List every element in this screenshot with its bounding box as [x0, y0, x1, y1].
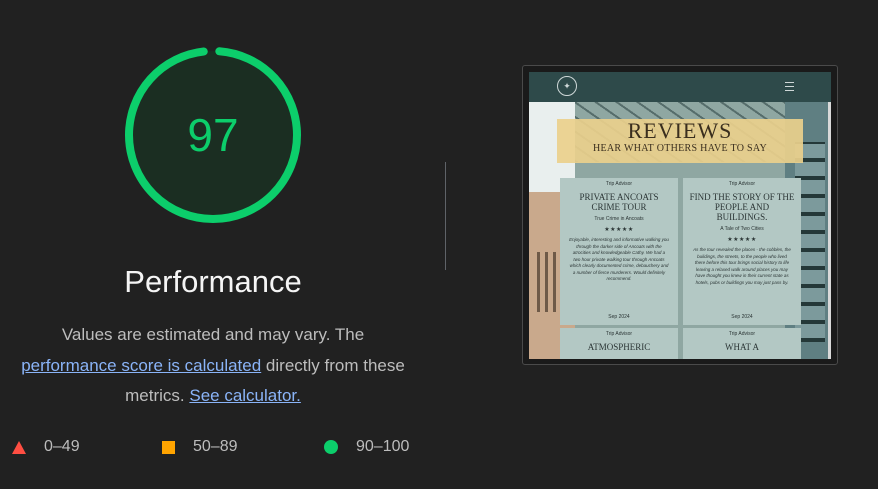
- triangle-icon: [12, 440, 26, 454]
- final-screenshot-thumbnail[interactable]: ✦ REVIEWS HEAR WHAT OTHERS HAVE TO SAY T…: [522, 65, 838, 365]
- review-date: Sep 2024: [608, 314, 630, 320]
- legend-item-average: 50–89: [162, 438, 238, 456]
- performance-score-link[interactable]: performance score is calculated: [21, 356, 261, 375]
- reviews-heading: REVIEWS: [627, 118, 733, 143]
- review-body: Enjoyable, interesting and informative w…: [569, 237, 669, 281]
- category-title: Performance: [124, 264, 302, 299]
- score-legend: 0–49 50–89 90–100: [0, 438, 440, 460]
- score-description: Values are estimated and may vary. The p…: [0, 320, 426, 412]
- review-source: Trip Advisor: [605, 181, 633, 187]
- review-card: Trip Advisor What a: [683, 328, 801, 359]
- review-title: Find the story of the people and buildin…: [689, 192, 795, 222]
- reviews-subheading: HEAR WHAT OTHERS HAVE TO SAY: [592, 143, 768, 154]
- legend-label: 90–100: [356, 438, 410, 455]
- gauge-score: 97: [187, 109, 239, 161]
- review-card: Trip Advisor Private Ancoats Crime Tour …: [560, 178, 678, 325]
- review-source: Trip Advisor: [605, 331, 633, 337]
- performance-report: 97 Performance Values are estimated and …: [0, 0, 878, 489]
- review-source: Trip Advisor: [728, 181, 756, 187]
- circle-icon: [324, 440, 338, 454]
- review-tour-name: A Tale of Two Cities: [720, 226, 764, 232]
- review-card: Trip Advisor Atmospheric: [560, 328, 678, 359]
- screenshot-page: ✦ REVIEWS HEAR WHAT OTHERS HAVE TO SAY T…: [529, 72, 831, 359]
- site-header: ✦: [529, 72, 831, 102]
- review-title: Atmospheric: [587, 342, 651, 352]
- review-source: Trip Advisor: [728, 331, 756, 337]
- review-title: Private Ancoats Crime Tour: [579, 192, 659, 212]
- review-stars: ★★★★★: [604, 227, 634, 233]
- legend-item-pass: 90–100: [324, 438, 409, 456]
- divider: [445, 162, 446, 270]
- hamburger-menu-icon: [785, 82, 794, 91]
- review-stars: ★★★★★: [727, 237, 757, 243]
- legend-label: 0–49: [44, 438, 80, 455]
- review-title: What a: [724, 342, 760, 352]
- reviews-banner: REVIEWS HEAR WHAT OTHERS HAVE TO SAY: [557, 119, 803, 163]
- legend-label: 50–89: [193, 438, 238, 455]
- review-body: As the tour revealed the places - the co…: [693, 247, 791, 285]
- square-icon: [162, 440, 175, 454]
- review-date: Sep 2024: [731, 314, 753, 320]
- review-card: Trip Advisor Find the story of the peopl…: [683, 178, 801, 325]
- review-tour-name: True Crime in Ancoats: [594, 216, 644, 222]
- screenshot-scrollbar: [828, 102, 831, 359]
- see-calculator-link[interactable]: See calculator.: [189, 386, 301, 405]
- site-logo-icon: ✦: [557, 76, 577, 96]
- description-text: Values are estimated and may vary. The: [61, 325, 365, 344]
- legend-item-fail: 0–49: [12, 438, 80, 456]
- performance-gauge: 97: [122, 44, 304, 226]
